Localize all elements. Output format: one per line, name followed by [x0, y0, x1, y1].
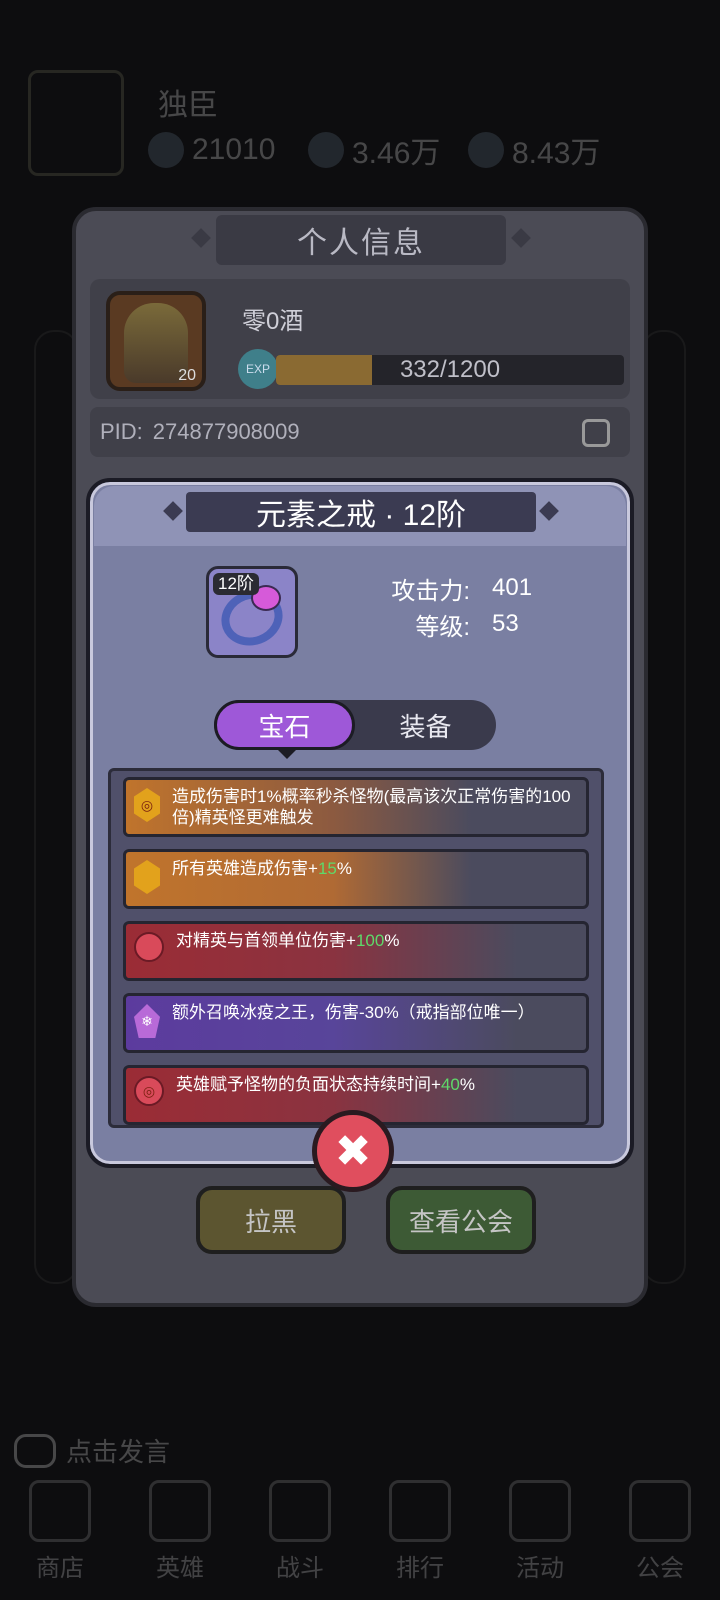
gold-stat: 3.46万 — [308, 130, 440, 170]
effect-highlight: 15 — [317, 859, 337, 878]
effect-text: 英雄赋予怪物的负面状态持续时间+40% — [176, 1075, 475, 1094]
nav-label: 活动 — [516, 1555, 564, 1582]
diamond-icon — [468, 132, 504, 168]
player-top-bar: 独臣 21010 3.46万 8.43万 — [18, 60, 708, 180]
pid-label: PID: — [100, 419, 143, 444]
effect-text: 造成伤害时1%概率秒杀怪物(最高该次正常伤害的100倍)精英怪更难触发 — [172, 787, 571, 827]
chat-bubble-icon — [14, 1433, 56, 1468]
exp-text: 332/1200 — [399, 356, 501, 383]
profile-level: 20 — [178, 367, 196, 384]
bottom-nav: 商店 英雄 战斗 排行 活动 公会 — [0, 1480, 720, 1600]
view-guild-button[interactable]: 查看公会 — [386, 1186, 536, 1254]
gold-value: 3.46万 — [352, 137, 441, 170]
hero-icon — [149, 1480, 211, 1542]
profile-name: 零0酒 — [242, 308, 304, 335]
gold-spiral-hex-gem-icon: ◎ — [134, 788, 160, 822]
stat-value: 401 — [492, 574, 533, 601]
player-name: 独臣 — [158, 89, 218, 122]
effect-row: 所有英雄造成伤害+15% — [123, 849, 589, 909]
gem-effects-list: ◎ 造成伤害时1%概率秒杀怪物(最高该次正常伤害的100倍)精英怪更难触发 所有… — [108, 768, 604, 1128]
player-avatar[interactable] — [28, 70, 124, 176]
stat-value: 53 — [492, 610, 519, 637]
right-side-frame — [642, 330, 686, 1284]
effect-row: 对精英与首领单位伤害+100% — [123, 921, 589, 981]
nav-item-heroes[interactable]: 英雄 — [132, 1480, 228, 1600]
stat-label: 等级: — [415, 613, 470, 641]
chat-placeholder: 点击发言 — [66, 1437, 171, 1467]
stat-row-attack: 攻击力: 401 — [360, 570, 560, 606]
item-tabs: 宝石 装备 — [214, 700, 496, 759]
effect-text: 所有英雄造成伤害+15% — [172, 859, 352, 878]
nav-label: 排行 — [396, 1555, 444, 1582]
nav-label: 公会 — [636, 1555, 684, 1582]
diamond-value: 8.43万 — [512, 137, 601, 170]
pid-value: 274877908009 — [152, 419, 300, 444]
effect-highlight: 100 — [355, 931, 385, 950]
effect-text: 对精英与首领单位伤害+100% — [176, 931, 400, 950]
nav-label: 英雄 — [156, 1555, 204, 1582]
effect-text: 额外召唤冰疫之王，伤害-30%（戒指部位唯一） — [172, 1003, 535, 1022]
power-value: 21010 — [192, 133, 276, 166]
nav-item-rank[interactable]: 排行 — [372, 1480, 468, 1600]
nav-item-events[interactable]: 活动 — [492, 1480, 588, 1600]
item-detail-modal: 元素之戒 · 12阶 12阶 攻击力: 401 等级: 53 宝石 装备 ◎ 造… — [86, 478, 634, 1168]
profile-title: 个人信息 — [216, 215, 506, 265]
exp-star-icon: EXP — [238, 349, 278, 389]
tab-gem[interactable]: 宝石 — [214, 700, 355, 759]
chat-bar[interactable]: 点击发言 — [14, 1432, 170, 1469]
pid-row: PID: 274877908009 — [90, 407, 630, 457]
power-stat: 21010 — [148, 130, 275, 170]
event-icon — [509, 1480, 571, 1542]
gold-icon — [308, 132, 344, 168]
red-round-gem-icon — [134, 932, 164, 962]
guild-icon — [629, 1480, 691, 1542]
copy-icon[interactable] — [582, 419, 610, 447]
nav-label: 战斗 — [276, 1555, 324, 1582]
tab-equip[interactable]: 装备 — [355, 700, 496, 750]
item-tier-badge: 12阶 — [213, 573, 259, 595]
diamond-stat: 8.43万 — [468, 130, 600, 170]
nav-item-battle[interactable]: 战斗 — [252, 1480, 348, 1600]
effect-row: ❄ 额外召唤冰疫之王，伤害-30%（戒指部位唯一） — [123, 993, 589, 1053]
profile-card: 20 零0酒 EXP 332/1200 — [90, 279, 630, 399]
profile-avatar: 20 — [106, 291, 206, 391]
item-stats: 攻击力: 401 等级: 53 — [360, 570, 560, 642]
exp-bar: 332/1200 — [276, 355, 624, 385]
nav-item-guild[interactable]: 公会 — [612, 1480, 708, 1600]
ring-item-icon: 12阶 — [206, 566, 298, 658]
stat-label: 攻击力: — [391, 577, 470, 605]
effect-row: ◎ 造成伤害时1%概率秒杀怪物(最高该次正常伤害的100倍)精英怪更难触发 — [123, 777, 589, 837]
red-spiral-gem-icon: ◎ — [134, 1076, 164, 1106]
shop-icon — [29, 1480, 91, 1542]
blacklist-button[interactable]: 拉黑 — [196, 1186, 346, 1254]
close-button[interactable]: ✖ — [312, 1110, 394, 1192]
sword-icon — [269, 1480, 331, 1542]
rank-icon — [389, 1480, 451, 1542]
item-title: 元素之戒 · 12阶 — [186, 492, 536, 532]
effect-highlight: 40 — [440, 1075, 460, 1094]
stat-row-level: 等级: 53 — [360, 606, 560, 642]
nav-item-shop[interactable]: 商店 — [12, 1480, 108, 1600]
power-icon — [148, 132, 184, 168]
gold-hex-gem-icon — [134, 860, 160, 894]
purple-snowflake-gem-icon: ❄ — [134, 1004, 160, 1038]
nav-label: 商店 — [36, 1555, 84, 1582]
profile-actions: 拉黑 查看公会 — [196, 1186, 536, 1254]
